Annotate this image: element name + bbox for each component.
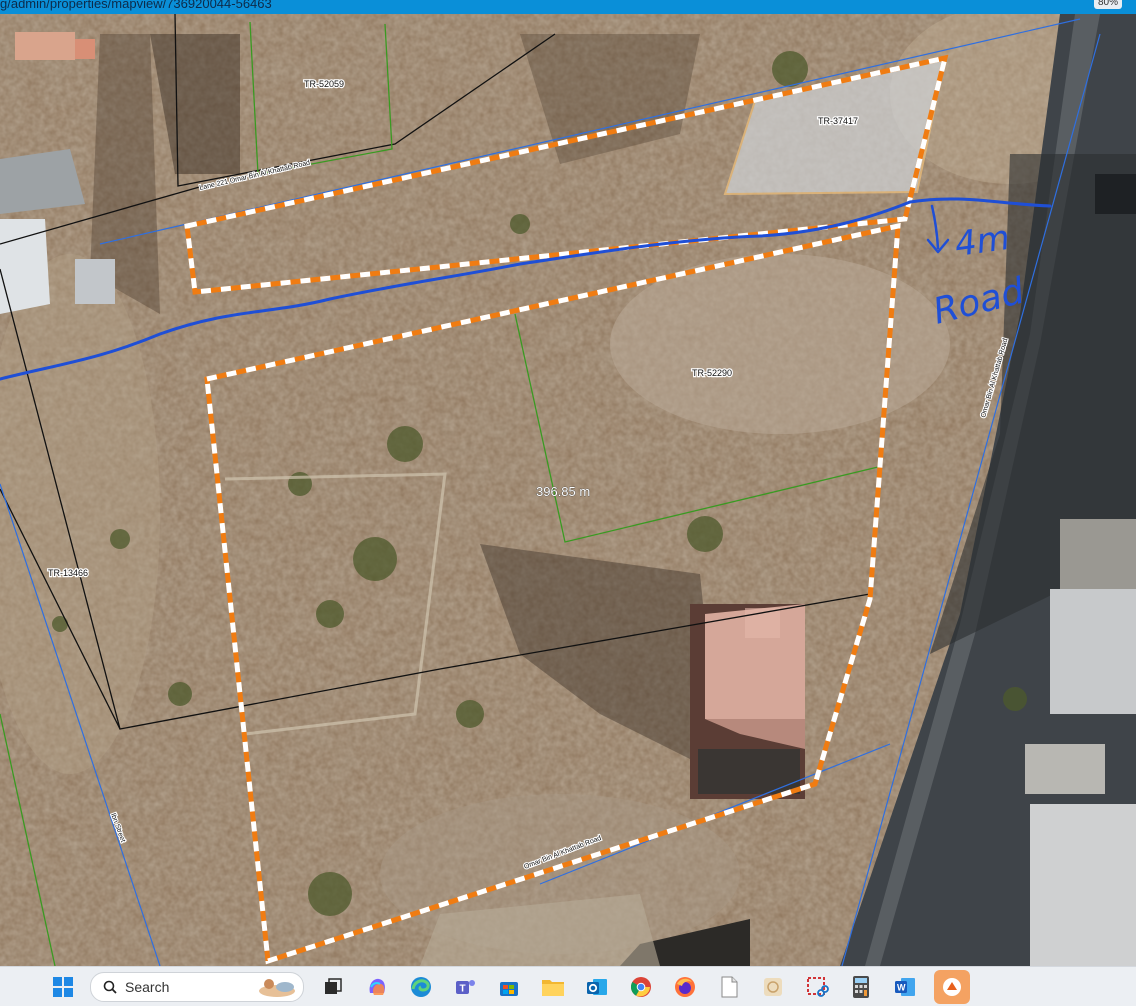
calculator-icon[interactable] bbox=[846, 972, 876, 1002]
vehicle bbox=[1095, 174, 1136, 214]
copilot-icon[interactable] bbox=[362, 972, 392, 1002]
building-roof bbox=[15, 32, 75, 60]
firefox-icon[interactable] bbox=[670, 972, 700, 1002]
map-canvas[interactable]: 4m Road TR-52059 TR-37417 TR-52290 TR-13… bbox=[0, 14, 1136, 966]
teams-icon[interactable]: T bbox=[450, 972, 480, 1002]
annotation-text-1: 4m bbox=[952, 218, 1012, 265]
parcel-label-tr13466: TR-13466 bbox=[48, 568, 88, 578]
unknown-app-icon[interactable] bbox=[934, 969, 970, 1004]
search-highlight-icon bbox=[259, 978, 295, 997]
taskbar-search[interactable]: Search bbox=[90, 971, 304, 1002]
svg-text:W: W bbox=[897, 982, 906, 992]
building-roof bbox=[0, 149, 85, 214]
search-label: Search bbox=[125, 978, 170, 995]
zoom-badge[interactable]: 80% bbox=[1094, 0, 1122, 9]
parcel-label-tr37417: TR-37417 bbox=[818, 116, 858, 126]
browser-address-bar[interactable]: g/admin/properties/mapview/736920044-564… bbox=[0, 0, 1136, 14]
svg-text:T: T bbox=[460, 983, 466, 994]
word-icon[interactable]: W bbox=[890, 972, 920, 1002]
windows-taskbar: Search T W bbox=[0, 966, 1136, 1006]
building-roof bbox=[1030, 804, 1136, 966]
file-explorer-icon[interactable] bbox=[538, 972, 568, 1002]
outlook-icon[interactable] bbox=[582, 972, 612, 1002]
building-roof bbox=[698, 749, 800, 794]
snipping-tool-icon[interactable] bbox=[802, 972, 832, 1002]
address-url[interactable]: g/admin/properties/mapview/736920044-564… bbox=[0, 0, 272, 11]
parcel-label-tr52290: TR-52290 bbox=[692, 368, 732, 378]
measurement-label: 396.85 m bbox=[536, 484, 590, 499]
store-icon[interactable] bbox=[494, 972, 524, 1002]
notepad-icon[interactable] bbox=[714, 972, 744, 1002]
search-icon bbox=[103, 980, 117, 994]
map-view[interactable]: 4m Road TR-52059 TR-37417 TR-52290 TR-13… bbox=[0, 14, 1136, 966]
building-roof bbox=[1025, 744, 1105, 794]
building-roof bbox=[75, 39, 95, 59]
edge-icon[interactable] bbox=[406, 972, 436, 1002]
paint-icon[interactable] bbox=[758, 972, 788, 1002]
building-roof bbox=[75, 259, 115, 304]
building-roof bbox=[1060, 519, 1136, 599]
building-roof bbox=[1050, 589, 1136, 714]
parcel-label-tr52059: TR-52059 bbox=[304, 79, 344, 89]
start-icon[interactable] bbox=[48, 972, 78, 1002]
chrome-icon[interactable] bbox=[626, 972, 656, 1002]
task-view-icon[interactable] bbox=[318, 972, 348, 1002]
